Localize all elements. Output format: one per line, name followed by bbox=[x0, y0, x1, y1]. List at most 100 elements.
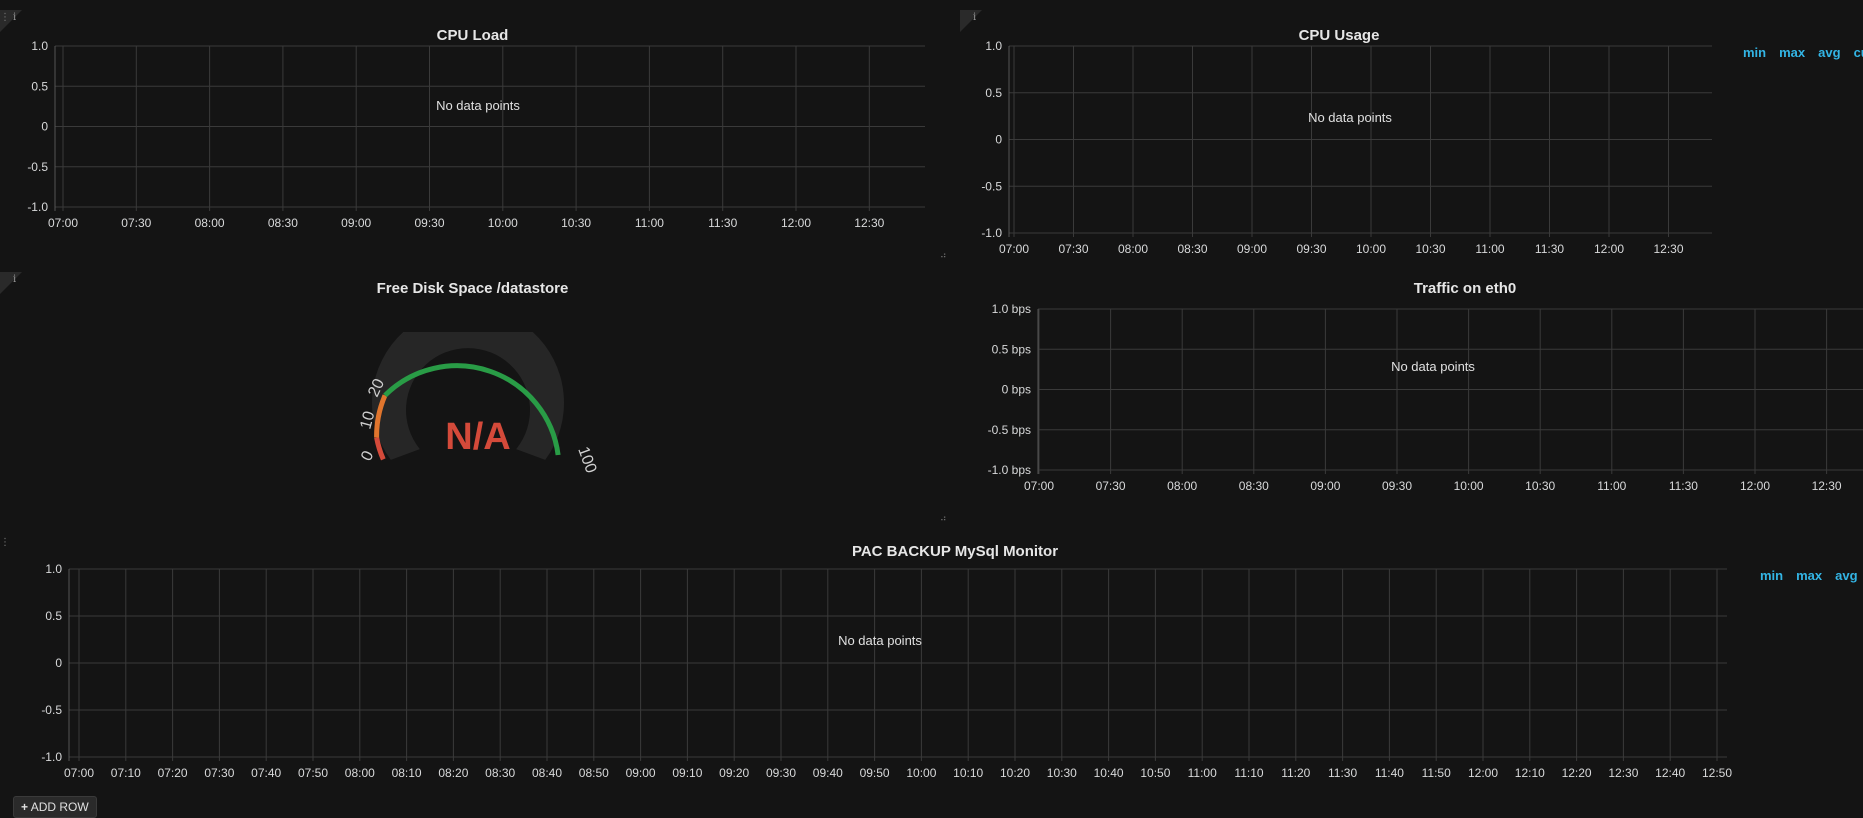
x-tick-label: 11:10 bbox=[1234, 766, 1263, 780]
x-tick-label: 07:30 bbox=[204, 766, 234, 780]
x-tick-label: 09:40 bbox=[813, 766, 843, 780]
x-tick-label: 12:00 bbox=[1740, 479, 1770, 493]
legend-column-avg[interactable]: avg bbox=[1835, 568, 1857, 583]
y-tick-label: -1.0 bbox=[41, 750, 62, 764]
x-tick-label: 08:30 bbox=[268, 216, 298, 230]
cpu-load-panel: i ⋮ CPU Load 1.0 0.5 0 -0.5 -1.0 07:00 07:30 08… bbox=[0, 10, 947, 260]
x-tick-label: 10:10 bbox=[953, 766, 983, 780]
x-tick-label: 12:20 bbox=[1562, 766, 1592, 780]
x-tick-label: 11:40 bbox=[1375, 766, 1404, 780]
resize-handle-icon[interactable]: ⠴ bbox=[940, 514, 949, 523]
x-tick-label: 09:30 bbox=[1296, 242, 1326, 256]
x-tick-label: 11:30 bbox=[1535, 242, 1564, 256]
traffic-chart: 1.0 bps 0.5 bps 0 bps -0.5 bps -1.0 bps 07:00… bbox=[988, 302, 1863, 493]
x-tick-label: 09:30 bbox=[1382, 479, 1412, 493]
x-tick-label: 11:00 bbox=[635, 216, 664, 230]
x-tick-label: 08:00 bbox=[1167, 479, 1197, 493]
x-tick-label: 10:50 bbox=[1140, 766, 1170, 780]
y-tick-label: 1.0 bbox=[31, 39, 48, 53]
x-tick-label: 12:00 bbox=[1594, 242, 1624, 256]
legend-column-avg[interactable]: avg bbox=[1818, 45, 1840, 60]
x-tick-label: 10:30 bbox=[561, 216, 591, 230]
y-tick-label: -0.5 bbox=[41, 703, 62, 717]
gauge-label-min: 0 bbox=[358, 448, 377, 463]
mysql-panel: ⋮ PAC BACKUP MySql Monitor 1.0 0.5 0 -0.5 -1… bbox=[0, 535, 1863, 790]
x-tick-label: 10:30 bbox=[1047, 766, 1077, 780]
y-tick-label: -0.5 bbox=[981, 179, 1002, 193]
x-tick-label: 07:20 bbox=[158, 766, 188, 780]
cpu-usage-chart: 1.0 0.5 0 -0.5 -1.0 07:00 07:30 08:00 08:30 09:00… bbox=[981, 39, 1712, 256]
x-tick-label: 12:00 bbox=[1468, 766, 1498, 780]
x-tick-label: 09:00 bbox=[1237, 242, 1267, 256]
y-tick-label: -1.0 bbox=[27, 200, 48, 214]
x-tick-label: 12:30 bbox=[854, 216, 884, 230]
x-tick-label: 08:00 bbox=[1118, 242, 1148, 256]
x-tick-label: 07:00 bbox=[64, 766, 94, 780]
x-tick-label: 12:50 bbox=[1702, 766, 1732, 780]
x-tick-label: 08:00 bbox=[345, 766, 375, 780]
panel-title[interactable]: Free Disk Space /datastore bbox=[0, 280, 945, 297]
x-tick-label: 12:30 bbox=[1653, 242, 1683, 256]
x-tick-label: 08:30 bbox=[1177, 242, 1207, 256]
mysql-chart: 1.0 0.5 0 -0.5 -1.007:00 07:10 07:20 07:30 07:40… bbox=[41, 562, 1732, 780]
disk-gauge: N/A 0 10 20 100 bbox=[357, 332, 599, 476]
x-tick-label: 07:30 bbox=[121, 216, 151, 230]
x-tick-label: 09:30 bbox=[414, 216, 444, 230]
y-tick-label: 0 bbox=[55, 656, 62, 670]
no-data-message: No data points bbox=[1308, 110, 1392, 125]
y-tick-label: 0 bbox=[995, 133, 1002, 147]
x-tick-label: 12:10 bbox=[1515, 766, 1545, 780]
legend-header: minmaxavgt bbox=[1760, 568, 1863, 583]
x-tick-label: 12:00 bbox=[781, 216, 811, 230]
y-tick-label: -0.5 bbox=[27, 160, 48, 174]
x-tick-label: 07:00 bbox=[999, 242, 1029, 256]
x-tick-label: 11:30 bbox=[708, 216, 737, 230]
x-tick-label: 11:00 bbox=[1597, 479, 1626, 493]
no-data-message: No data points bbox=[1391, 359, 1475, 374]
x-tick-label: 10:00 bbox=[1356, 242, 1386, 256]
x-tick-label: 11:30 bbox=[1669, 479, 1698, 493]
resize-handle-icon[interactable]: ⠴ bbox=[940, 251, 949, 260]
cpu-load-chart: 1.0 0.5 0 -0.5 -1.007:00 07:30 08:00 08:30 09:00… bbox=[27, 39, 925, 230]
free-disk-panel: i Free Disk Space /datastore N/A 0 10 20… bbox=[0, 272, 947, 532]
x-tick-label: 10:40 bbox=[1094, 766, 1124, 780]
add-row-button[interactable]: + ADD ROW bbox=[13, 796, 97, 818]
x-tick-label: 07:10 bbox=[111, 766, 141, 780]
x-tick-label: 12:40 bbox=[1655, 766, 1685, 780]
x-tick-label: 08:10 bbox=[392, 766, 422, 780]
x-tick-label: 08:00 bbox=[195, 216, 225, 230]
no-data-message: No data points bbox=[436, 98, 520, 113]
traffic-panel: Traffic on eth0 1.0 bps 0.5 bps 0 bps -0.5 … bbox=[960, 272, 1863, 522]
cpu-usage-panel: i CPU Usage 1.0 0.5 0 -0.5 -1.0 07:00 07:30 08:… bbox=[960, 10, 1863, 260]
x-tick-label: 09:50 bbox=[860, 766, 890, 780]
x-tick-label: 10:30 bbox=[1415, 242, 1445, 256]
x-tick-label: 10:00 bbox=[1454, 479, 1484, 493]
y-tick-label: -1.0 bps bbox=[988, 463, 1031, 477]
x-tick-label: 10:00 bbox=[906, 766, 936, 780]
legend-column-cur[interactable]: cur bbox=[1854, 45, 1863, 60]
y-tick-label: 1.0 bps bbox=[992, 302, 1031, 316]
y-tick-label: -0.5 bps bbox=[988, 423, 1031, 437]
x-tick-label: 07:00 bbox=[48, 216, 78, 230]
y-tick-label: 0.5 bbox=[45, 609, 62, 623]
x-tick-label: 09:00 bbox=[626, 766, 656, 780]
x-tick-label: 09:30 bbox=[766, 766, 796, 780]
x-tick-label: 08:30 bbox=[485, 766, 515, 780]
legend-column-max[interactable]: max bbox=[1796, 568, 1822, 583]
x-tick-label: 08:30 bbox=[1239, 479, 1269, 493]
x-tick-label: 09:10 bbox=[672, 766, 702, 780]
x-tick-label: 08:40 bbox=[532, 766, 562, 780]
gauge-label-max: 100 bbox=[574, 445, 599, 476]
legend-column-min[interactable]: min bbox=[1760, 568, 1783, 583]
y-tick-label: 0 bbox=[41, 120, 48, 134]
x-tick-label: 07:50 bbox=[298, 766, 328, 780]
x-tick-label: 09:00 bbox=[341, 216, 371, 230]
legend-column-min[interactable]: min bbox=[1743, 45, 1766, 60]
gauge-value: N/A bbox=[445, 416, 510, 458]
x-tick-label: 11:20 bbox=[1281, 766, 1310, 780]
y-tick-label: 1.0 bbox=[985, 39, 1002, 53]
x-tick-label: 07:30 bbox=[1058, 242, 1088, 256]
x-tick-label: 07:30 bbox=[1096, 479, 1126, 493]
y-tick-label: 1.0 bbox=[45, 562, 62, 576]
legend-column-max[interactable]: max bbox=[1779, 45, 1805, 60]
